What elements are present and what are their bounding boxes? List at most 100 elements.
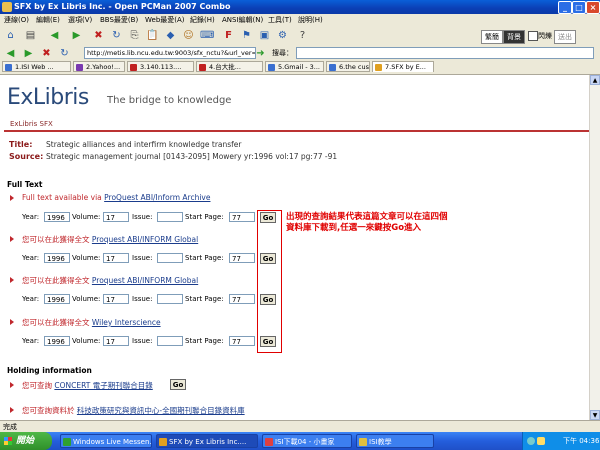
- volume-input[interactable]: 17: [103, 294, 129, 304]
- volume-icon[interactable]: [537, 437, 545, 445]
- volume-input[interactable]: 17: [103, 336, 129, 346]
- menu-history[interactable]: 紀錄(H): [190, 14, 215, 26]
- full-text-heading: Full Text: [7, 180, 43, 189]
- browser-tab[interactable]: 6.the custo...: [326, 61, 370, 72]
- tab-background[interactable]: 背景: [503, 30, 525, 44]
- blink-checkbox[interactable]: [528, 31, 538, 41]
- browser-tab[interactable]: 1.ISI Web ...: [2, 61, 71, 72]
- tab-label: 6.the custo...: [339, 63, 370, 71]
- start-page-label: Start Page:: [185, 213, 224, 221]
- scroll-down-icon[interactable]: ▼: [590, 410, 600, 420]
- menu-edit[interactable]: 編輯(E): [36, 14, 60, 26]
- url-input[interactable]: http://metis.lib.ncu.edu.tw:9003/sfx_nct…: [84, 47, 256, 59]
- start-page-input[interactable]: 77: [229, 212, 255, 222]
- emoticon-icon[interactable]: ☺: [182, 29, 195, 42]
- keyboard-icon[interactable]: ⌨: [200, 29, 214, 42]
- browser-tab[interactable]: 3.140.113....: [127, 61, 194, 72]
- concert-link[interactable]: CONCERT 電子期刊聯合目錄: [54, 381, 152, 390]
- search-input[interactable]: [296, 47, 594, 59]
- issue-input[interactable]: [157, 294, 183, 304]
- tab-favicon-icon: [76, 64, 83, 71]
- full-screen-icon[interactable]: ▣: [258, 29, 271, 42]
- go-arrow-icon[interactable]: ➜: [254, 47, 267, 60]
- year-input[interactable]: 1996: [44, 336, 70, 346]
- addr-stop-icon[interactable]: ✖: [40, 47, 53, 60]
- back-icon[interactable]: ◀: [48, 29, 61, 42]
- settings-icon[interactable]: ⚙: [276, 29, 289, 42]
- taskbar-item-label: SFX by Ex Libris Inc....: [169, 438, 247, 446]
- network-icon[interactable]: [527, 437, 535, 445]
- toolbar: ⌂ ▤ ◀ ▶ ✖ ↻ ⎘ 📋 ◆ ☺ ⌨ F ⚑ ▣ ⚙ ? 繁簡 背景 閃爍…: [0, 26, 600, 47]
- start-page-label: Start Page:: [185, 337, 224, 345]
- maximize-button[interactable]: □: [572, 1, 586, 14]
- volume-label: Volume:: [72, 213, 101, 221]
- year-input[interactable]: 1996: [44, 253, 70, 263]
- year-input[interactable]: 1996: [44, 294, 70, 304]
- annotation-text: 出現的查詢結果代表這篇文章可以在這四個資料庫下載到,任選一來鍵按Go進入: [286, 212, 448, 233]
- taskbar-item-label: ISI教學: [369, 438, 392, 446]
- refresh-icon[interactable]: ↻: [110, 29, 123, 42]
- start-page-input[interactable]: 77: [229, 294, 255, 304]
- taskbar-item[interactable]: Windows Live Messen...: [60, 434, 152, 448]
- service-link[interactable]: Proquest ABI/INFORM Global: [92, 235, 198, 244]
- service-link[interactable]: Wiley Interscience: [92, 318, 161, 327]
- addr-back-icon[interactable]: ◀: [4, 47, 17, 60]
- browser-tab[interactable]: 7.SFX by E...: [372, 61, 434, 72]
- start-page-input[interactable]: 77: [229, 336, 255, 346]
- year-input[interactable]: 1996: [44, 212, 70, 222]
- scroll-up-icon[interactable]: ▲: [590, 75, 600, 85]
- forward-icon[interactable]: ▶: [70, 29, 83, 42]
- font-icon[interactable]: F: [222, 29, 235, 42]
- issue-input[interactable]: [157, 212, 183, 222]
- taskbar-item[interactable]: ISI教學: [356, 434, 434, 448]
- service-link[interactable]: ProQuest ABI/Inform Archive: [104, 193, 210, 202]
- browser-tab[interactable]: 2.Yahoo!...: [73, 61, 125, 72]
- issue-input[interactable]: [157, 253, 183, 263]
- tab-traditional-simplified[interactable]: 繁簡: [481, 30, 503, 44]
- copy-icon[interactable]: ⎘: [128, 29, 141, 42]
- issue-input[interactable]: [157, 336, 183, 346]
- menu-options[interactable]: 選項(V): [68, 14, 92, 26]
- browser-tab[interactable]: 5.Gmail - 3...: [265, 61, 324, 72]
- menu-connection[interactable]: 連線(O): [4, 14, 29, 26]
- antiidle-icon[interactable]: ◆: [164, 29, 177, 42]
- year-label: Year:: [22, 337, 40, 345]
- app-icon: [2, 2, 12, 12]
- lock-icon[interactable]: ⚑: [240, 29, 253, 42]
- concert-go-button[interactable]: Go: [170, 379, 186, 390]
- menu-ansi-edit[interactable]: ANSI編輯(N): [222, 14, 263, 26]
- send-button[interactable]: 送出: [554, 30, 576, 44]
- help-icon[interactable]: ?: [296, 29, 309, 42]
- volume-input[interactable]: 17: [103, 253, 129, 263]
- vertical-scrollbar[interactable]: ▲ ▼: [589, 75, 600, 420]
- menu-tools[interactable]: 工具(T): [268, 14, 292, 26]
- tab-label: 4.台大批...: [209, 63, 241, 71]
- addr-refresh-icon[interactable]: ↻: [58, 47, 71, 60]
- address-bar: ◀ ▶ ✖ ↻ http://metis.lib.ncu.edu.tw:9003…: [0, 46, 600, 60]
- paste-icon[interactable]: 📋: [146, 29, 159, 42]
- issue-label: Issue:: [132, 254, 153, 262]
- volume-input[interactable]: 17: [103, 212, 129, 222]
- taskbar-app-icon: [359, 438, 367, 446]
- new-page-icon[interactable]: ▤: [24, 29, 37, 42]
- addr-forward-icon[interactable]: ▶: [22, 47, 35, 60]
- taskbar-item[interactable]: SFX by Ex Libris Inc....: [156, 434, 258, 448]
- browser-tab[interactable]: 4.台大批...: [196, 61, 263, 72]
- start-button[interactable]: 開始: [0, 432, 52, 450]
- stpi-link[interactable]: 科技政策研究與資訊中心-全國期刊聯合目錄資料庫: [77, 406, 245, 415]
- close-button[interactable]: ×: [586, 1, 600, 14]
- taskbar-item[interactable]: ISI下載04 - 小畫家: [262, 434, 352, 448]
- menu-help[interactable]: 說明(H): [298, 14, 323, 26]
- connect-icon[interactable]: ⌂: [4, 29, 17, 42]
- minimize-button[interactable]: _: [558, 1, 572, 14]
- volume-label: Volume:: [72, 337, 101, 345]
- tab-favicon-icon: [375, 64, 382, 71]
- issue-label: Issue:: [132, 295, 153, 303]
- service-link[interactable]: Proquest ABI/INFORM Global: [92, 276, 198, 285]
- menu-web-favorites[interactable]: Web最愛(A): [145, 14, 185, 26]
- start-page-input[interactable]: 77: [229, 253, 255, 263]
- issue-label: Issue:: [132, 213, 153, 221]
- stop-icon[interactable]: ✖: [92, 29, 105, 42]
- menu-bbs-favorites[interactable]: BBS最愛(B): [100, 14, 138, 26]
- bullet-icon: [10, 277, 14, 283]
